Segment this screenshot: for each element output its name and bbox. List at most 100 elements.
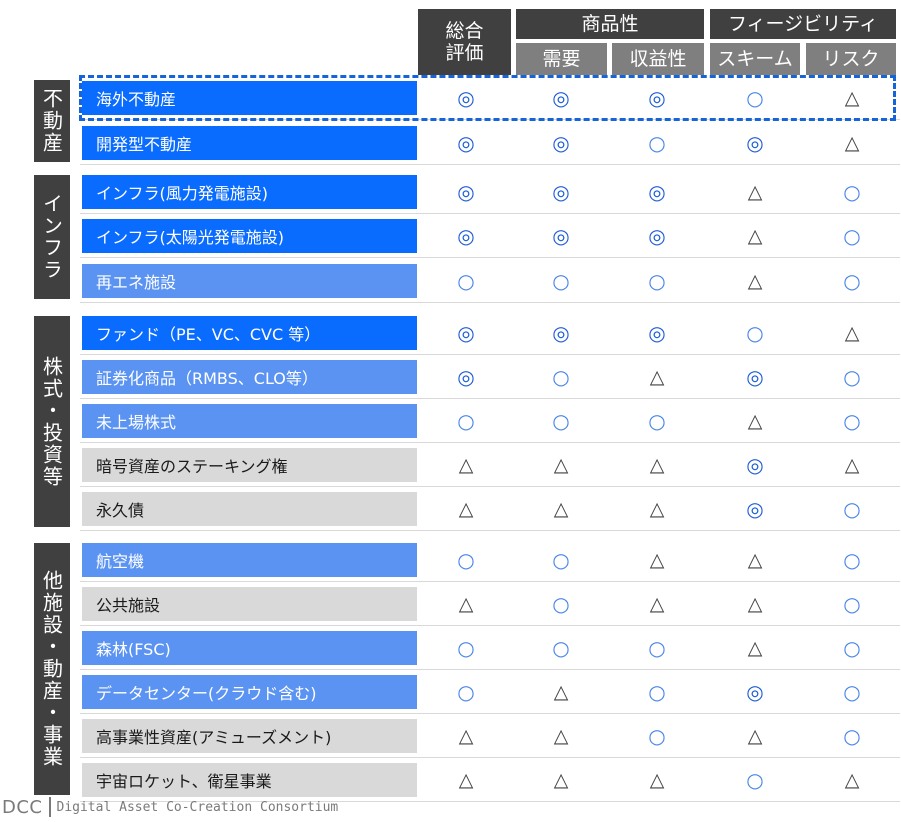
row-label: 高事業性資産(アミューズメント) bbox=[82, 719, 417, 753]
circle-mark: ○ bbox=[457, 680, 475, 704]
row-divider bbox=[80, 486, 900, 487]
row-label: 証券化商品（RMBS、CLO等） bbox=[82, 360, 417, 394]
triangle-mark: △ bbox=[747, 637, 763, 659]
circle-mark: ○ bbox=[843, 269, 861, 293]
row-divider bbox=[80, 213, 900, 214]
marketability-header: 商品性 bbox=[516, 9, 704, 39]
row-label: 航空機 bbox=[82, 543, 417, 577]
row-divider bbox=[80, 757, 900, 758]
circle-mark: ○ bbox=[843, 548, 861, 572]
double-circle-mark: ◎ bbox=[552, 86, 570, 110]
row-divider bbox=[80, 257, 900, 258]
circle-mark: ○ bbox=[843, 409, 861, 433]
row-divider bbox=[80, 119, 900, 120]
row-label: インフラ(太陽光発電施設) bbox=[82, 219, 417, 253]
circle-mark: ○ bbox=[457, 636, 475, 660]
triangle-mark: △ bbox=[649, 498, 665, 520]
row-divider bbox=[80, 713, 900, 714]
group-infrastructure: インフラ bbox=[34, 175, 70, 299]
circle-mark: ○ bbox=[457, 548, 475, 572]
triangle-mark: △ bbox=[553, 498, 569, 520]
triangle-mark: △ bbox=[747, 225, 763, 247]
triangle-mark: △ bbox=[649, 549, 665, 571]
double-circle-mark: ◎ bbox=[457, 224, 475, 248]
group-label: 他施設・動産・事業 bbox=[39, 570, 64, 768]
row-label: 未上場株式 bbox=[82, 404, 417, 438]
circle-mark: ○ bbox=[552, 409, 570, 433]
dcc-logo: DCC bbox=[2, 796, 43, 818]
double-circle-mark: ◎ bbox=[552, 180, 570, 204]
circle-mark: ○ bbox=[746, 86, 764, 110]
scheme-header: スキーム bbox=[710, 43, 800, 75]
triangle-mark: △ bbox=[747, 270, 763, 292]
triangle-mark: △ bbox=[649, 454, 665, 476]
row-label: データセンター(クラウド含む) bbox=[82, 675, 417, 709]
overall-evaluation-header: 総合 評価 bbox=[418, 9, 511, 75]
circle-mark: ○ bbox=[746, 768, 764, 792]
triangle-mark: △ bbox=[649, 593, 665, 615]
triangle-mark: △ bbox=[844, 87, 860, 109]
footer-org-name: Digital Asset Co-Creation Consortium bbox=[56, 799, 339, 815]
triangle-mark: △ bbox=[458, 593, 474, 615]
row-divider bbox=[80, 530, 900, 531]
triangle-mark: △ bbox=[553, 725, 569, 747]
double-circle-mark: ◎ bbox=[457, 180, 475, 204]
circle-mark: ○ bbox=[843, 365, 861, 389]
group-label: インフラ bbox=[39, 193, 64, 281]
row-divider bbox=[80, 442, 900, 443]
triangle-mark: △ bbox=[458, 498, 474, 520]
row-label: 海外不動産 bbox=[82, 81, 417, 115]
double-circle-mark: ◎ bbox=[746, 453, 764, 477]
double-circle-mark: ◎ bbox=[457, 131, 475, 155]
double-circle-mark: ◎ bbox=[552, 224, 570, 248]
circle-mark: ○ bbox=[552, 636, 570, 660]
circle-mark: ○ bbox=[843, 224, 861, 248]
circle-mark: ○ bbox=[843, 724, 861, 748]
circle-mark: ○ bbox=[457, 409, 475, 433]
triangle-mark: △ bbox=[844, 769, 860, 791]
risk-header: リスク bbox=[806, 43, 896, 75]
triangle-mark: △ bbox=[649, 769, 665, 791]
footer: DCC Digital Asset Co-Creation Consortium bbox=[2, 796, 338, 818]
circle-mark: ○ bbox=[552, 269, 570, 293]
double-circle-mark: ◎ bbox=[648, 86, 666, 110]
row-label: ファンド（PE、VC、CVC 等） bbox=[82, 316, 417, 350]
double-circle-mark: ◎ bbox=[746, 131, 764, 155]
triangle-mark: △ bbox=[747, 725, 763, 747]
double-circle-mark: ◎ bbox=[746, 497, 764, 521]
double-circle-mark: ◎ bbox=[457, 321, 475, 345]
circle-mark: ○ bbox=[648, 131, 666, 155]
footer-divider bbox=[48, 797, 51, 817]
triangle-mark: △ bbox=[458, 769, 474, 791]
row-divider bbox=[80, 625, 900, 626]
group-label: 株式・投資等 bbox=[39, 355, 64, 488]
feasibility-header: フィージビリティ bbox=[710, 9, 896, 39]
row-label: 暗号資産のステーキング権 bbox=[82, 448, 417, 482]
circle-mark: ○ bbox=[843, 497, 861, 521]
triangle-mark: △ bbox=[747, 549, 763, 571]
circle-mark: ○ bbox=[648, 269, 666, 293]
row-divider bbox=[80, 302, 900, 303]
circle-mark: ○ bbox=[648, 724, 666, 748]
circle-mark: ○ bbox=[843, 592, 861, 616]
row-label: インフラ(風力発電施設) bbox=[82, 175, 417, 209]
row-divider bbox=[80, 669, 900, 670]
row-label: 公共施設 bbox=[82, 587, 417, 621]
row-divider bbox=[80, 398, 900, 399]
circle-mark: ○ bbox=[552, 592, 570, 616]
double-circle-mark: ◎ bbox=[552, 321, 570, 345]
circle-mark: ○ bbox=[457, 269, 475, 293]
row-label: 再エネ施設 bbox=[82, 264, 417, 298]
double-circle-mark: ◎ bbox=[648, 224, 666, 248]
double-circle-mark: ◎ bbox=[746, 365, 764, 389]
row-label: 森林(FSC) bbox=[82, 631, 417, 665]
group-label: 不動産 bbox=[39, 88, 64, 154]
circle-mark: ○ bbox=[648, 636, 666, 660]
triangle-mark: △ bbox=[458, 454, 474, 476]
double-circle-mark: ◎ bbox=[552, 131, 570, 155]
circle-mark: ○ bbox=[843, 680, 861, 704]
circle-mark: ○ bbox=[746, 321, 764, 345]
triangle-mark: △ bbox=[553, 454, 569, 476]
triangle-mark: △ bbox=[747, 593, 763, 615]
row-label: 開発型不動産 bbox=[82, 126, 417, 160]
